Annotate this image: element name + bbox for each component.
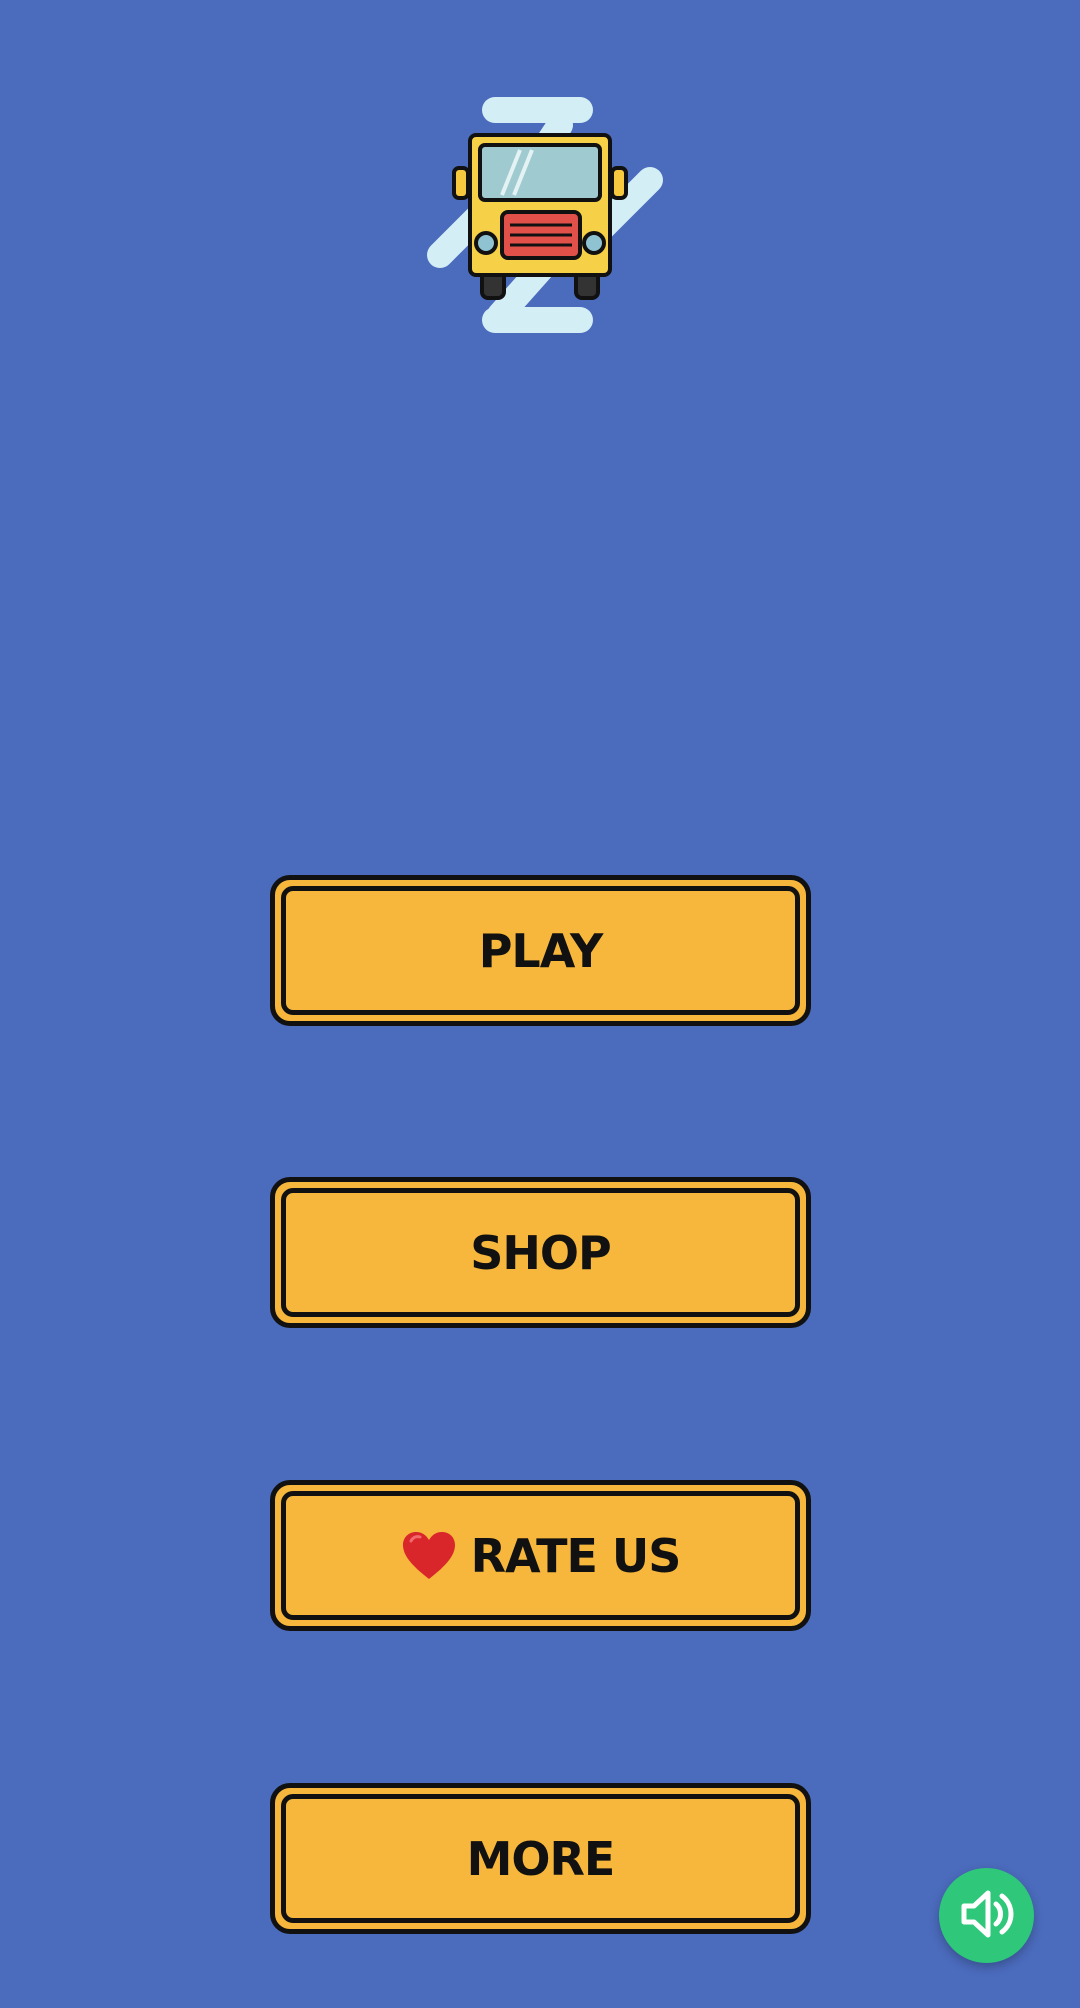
bus-logo-icon [410, 90, 670, 350]
more-button-label: MORE [466, 1831, 616, 1886]
shop-button[interactable]: SHOP [270, 1177, 811, 1328]
speaker-icon [952, 1879, 1022, 1953]
more-button[interactable]: MORE [270, 1783, 811, 1934]
shop-button-label: SHOP [470, 1225, 611, 1280]
sound-toggle-button[interactable] [939, 1868, 1034, 1963]
rate-us-button-label: RATE US [470, 1528, 682, 1583]
play-button-label: PLAY [478, 923, 604, 978]
heart-icon [401, 1531, 457, 1581]
play-button[interactable]: PLAY [270, 875, 811, 1026]
rate-us-button[interactable]: RATE US [270, 1480, 811, 1631]
